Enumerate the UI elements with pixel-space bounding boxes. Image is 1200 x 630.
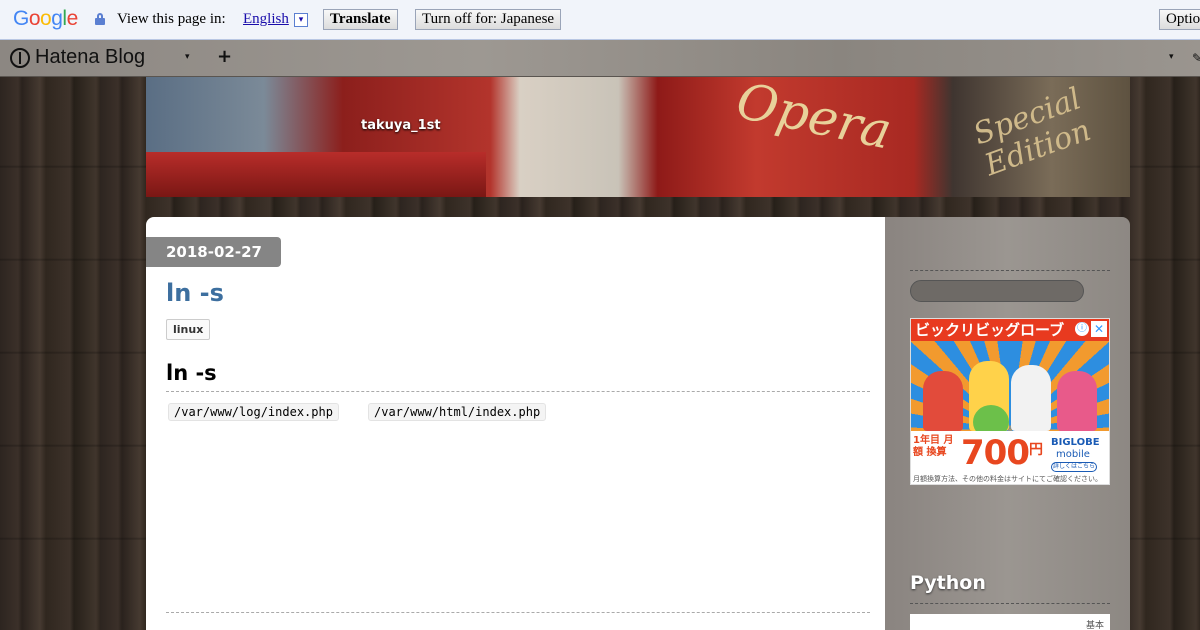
entry-title[interactable]: ln -s bbox=[166, 279, 224, 307]
ad-footer: 1年目 月額 換算 700 円 BIGLOBE mobile 詳しくはこちら 月… bbox=[911, 431, 1109, 484]
ad-link[interactable]: 詳しくはこちら bbox=[1051, 462, 1097, 472]
ad-brand: BIGLOBE bbox=[1051, 437, 1100, 448]
translate-bar: Google View this page in: English ▾ Tran… bbox=[0, 0, 1200, 40]
info-icon[interactable]: ⓘ bbox=[1075, 322, 1089, 336]
category-tag[interactable]: linux bbox=[166, 319, 211, 340]
sidebar: ビックリビッグローブ ⓘ ✕ 1年目 月額 換算 700 円 BIGLOBE m… bbox=[885, 217, 1130, 630]
hatena-logo-icon[interactable] bbox=[10, 48, 30, 68]
ad-fine-print: 月額換算方法、その他の料金はサイトにてご確認ください。 bbox=[913, 475, 1102, 483]
search-input[interactable] bbox=[910, 280, 1084, 302]
turn-off-button[interactable]: Turn off for: Japanese bbox=[415, 9, 562, 30]
translate-prompt: View this page in: bbox=[117, 11, 226, 27]
header-banner[interactable]: Opera Special Edition takuya_1st bbox=[146, 77, 1130, 197]
language-link[interactable]: English bbox=[243, 11, 289, 28]
add-icon[interactable]: + bbox=[217, 46, 232, 67]
close-icon[interactable]: ✕ bbox=[1091, 321, 1107, 337]
translate-button[interactable]: Translate bbox=[323, 9, 398, 30]
chevron-down-icon[interactable]: ▾ bbox=[1169, 52, 1174, 62]
ad-currency: 円 bbox=[1029, 442, 1043, 458]
section-heading: ln -s bbox=[166, 361, 217, 385]
chevron-down-icon[interactable]: ▾ bbox=[294, 13, 308, 27]
hatena-toolbar: Hatena Blog ▾ + ▾ ✎ bbox=[0, 40, 1200, 77]
sidebar-heading: Python bbox=[910, 572, 986, 594]
heading-divider bbox=[166, 391, 870, 392]
ad-brand-sub: mobile bbox=[1056, 449, 1090, 460]
ad-image bbox=[911, 349, 1109, 439]
ad-price: 700 bbox=[961, 433, 1030, 473]
chevron-down-icon[interactable]: ▾ bbox=[185, 52, 190, 62]
edit-icon[interactable]: ✎ bbox=[1192, 51, 1200, 65]
code-snippet: /var/www/html/index.php bbox=[368, 403, 547, 421]
sidebar-widget[interactable]: 基本 bbox=[910, 614, 1110, 630]
ad-copy: 1年目 月額 換算 bbox=[913, 435, 954, 458]
sidebar-divider bbox=[910, 603, 1110, 604]
advertisement[interactable]: ビックリビッグローブ ⓘ ✕ 1年目 月額 換算 700 円 BIGLOBE m… bbox=[910, 318, 1110, 485]
banner-text: Special Edition bbox=[969, 81, 1096, 184]
blog-title[interactable]: takuya_1st bbox=[361, 118, 441, 133]
widget-text: 基本 bbox=[1085, 621, 1104, 630]
entry-content: 2018-02-27 ln -s linux ln -s /var/www/lo… bbox=[146, 217, 885, 630]
entry-date[interactable]: 2018-02-27 bbox=[146, 237, 281, 267]
banner-text: Opera bbox=[731, 77, 897, 161]
hatena-logo[interactable]: Hatena Blog bbox=[35, 46, 145, 69]
options-button[interactable]: Options bbox=[1159, 9, 1200, 30]
sidebar-divider bbox=[910, 270, 1110, 271]
code-snippet: /var/www/log/index.php bbox=[168, 403, 339, 421]
footer-divider bbox=[166, 612, 870, 613]
google-logo: Google bbox=[13, 7, 78, 30]
lock-icon bbox=[95, 13, 105, 25]
